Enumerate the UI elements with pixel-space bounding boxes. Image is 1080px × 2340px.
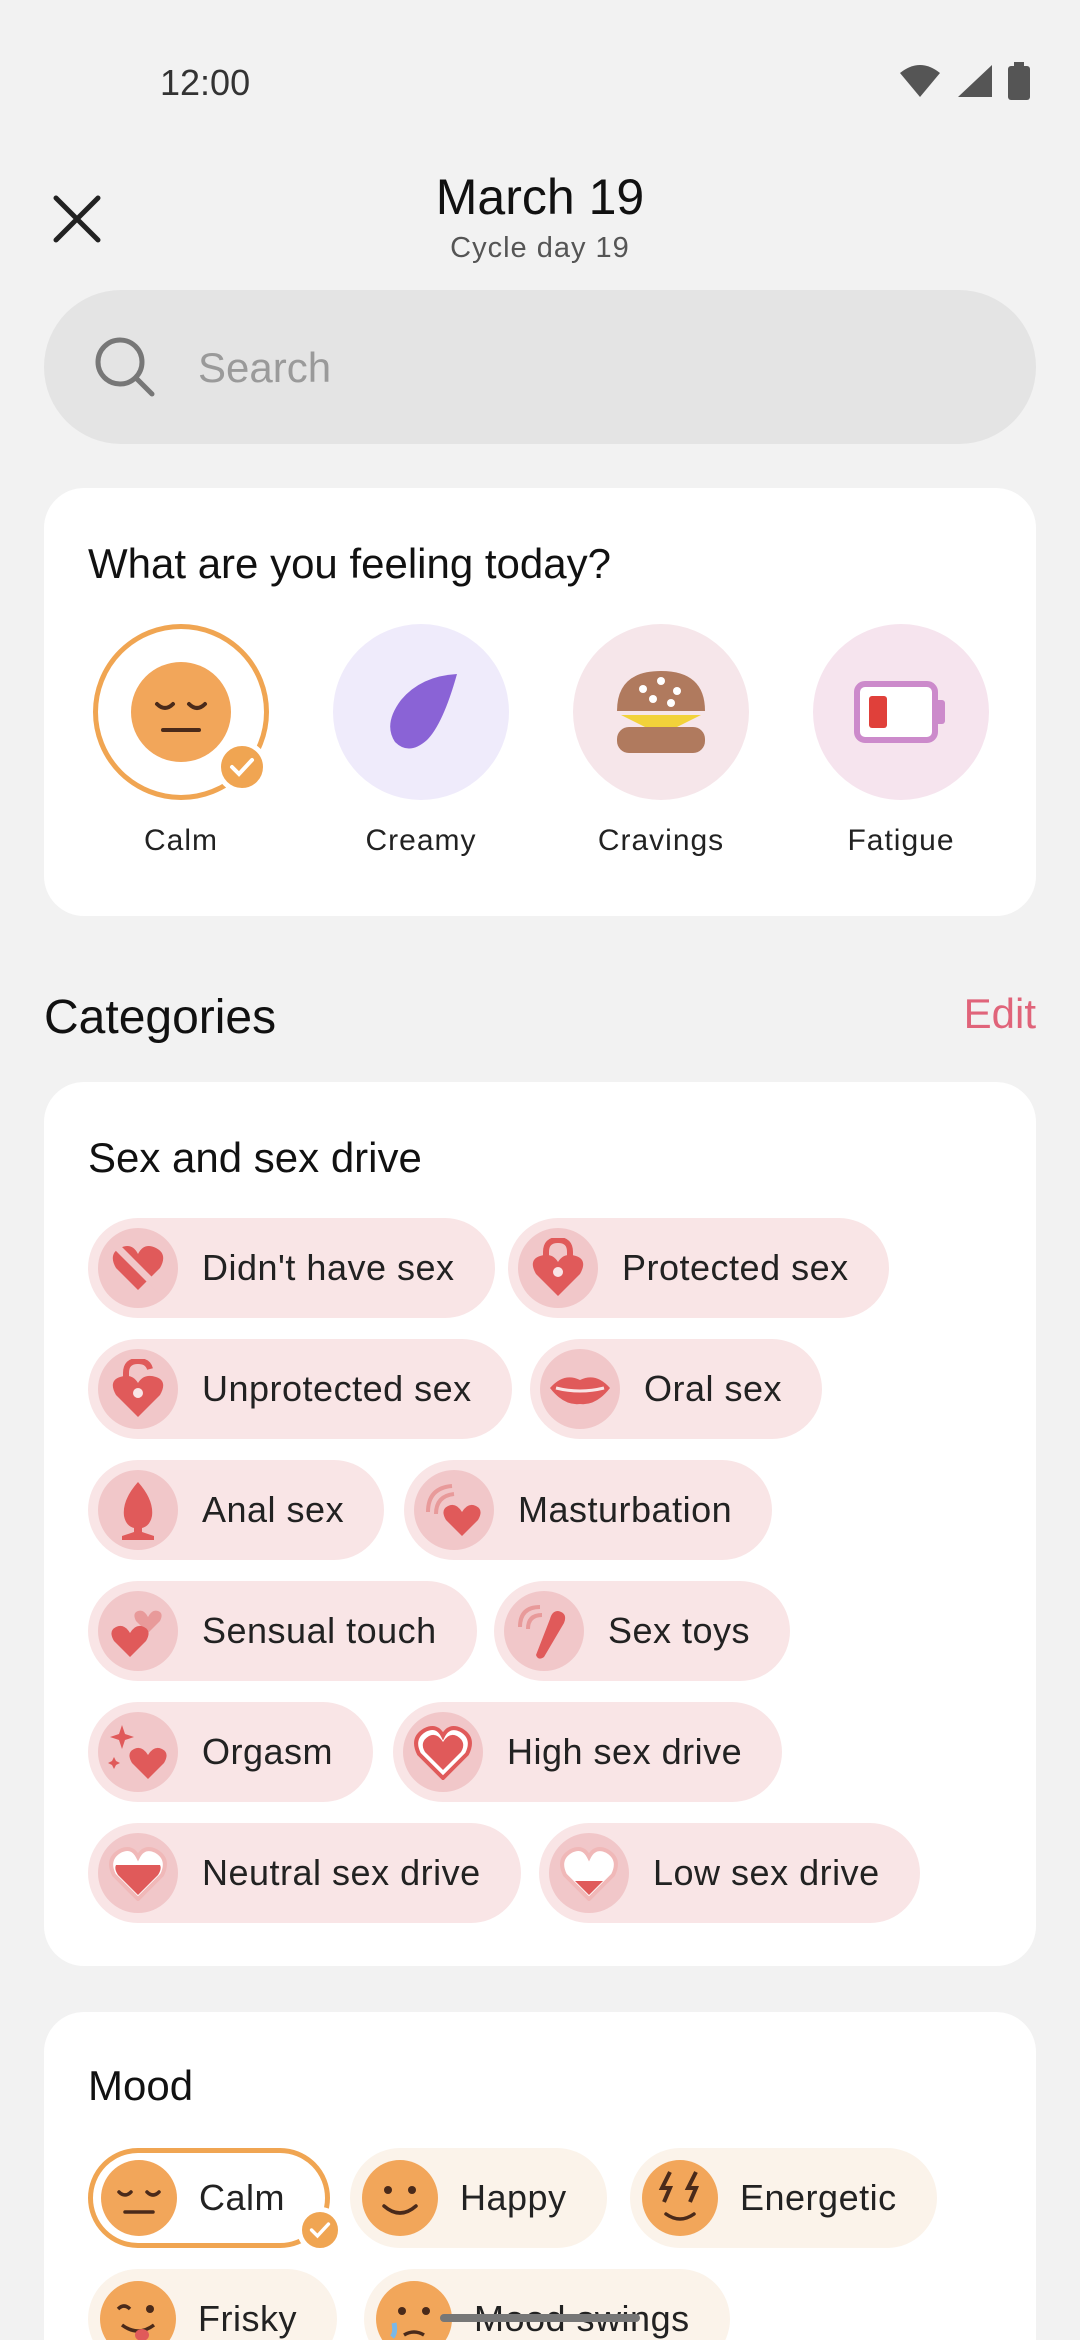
- heart-half-icon: [109, 1847, 167, 1901]
- chip-label: Oral sex: [644, 1368, 783, 1409]
- chip-masturbation[interactable]: Masturbation: [404, 1460, 773, 1560]
- edit-button[interactable]: Edit: [964, 990, 1036, 1038]
- battery-icon: [1008, 62, 1030, 100]
- chip-label: Low sex drive: [653, 1852, 880, 1893]
- sex-drive-card: Sex and sex drive Didn't have sex Protec…: [44, 1082, 1036, 1966]
- chip-high-sex-drive[interactable]: High sex drive: [393, 1702, 783, 1802]
- feeling-item-calm[interactable]: Calm: [91, 624, 271, 858]
- home-indicator[interactable]: [440, 2314, 640, 2322]
- sex-section-title: Sex and sex drive: [88, 1134, 422, 1181]
- header: March 19 Cycle day 19: [0, 160, 1080, 280]
- two-hearts-icon: [111, 1610, 162, 1657]
- page-title: March 19: [435, 169, 645, 225]
- mood-section-title: Mood: [88, 2062, 194, 2109]
- categories-title: Categories: [44, 991, 277, 1044]
- chip-label: Masturbation: [518, 1489, 733, 1530]
- chip-protected-sex[interactable]: Protected sex: [508, 1218, 889, 1318]
- feeling-label: Creamy: [365, 824, 477, 857]
- chip-label: Protected sex: [622, 1247, 849, 1288]
- chip-low-sex-drive[interactable]: Low sex drive: [539, 1823, 920, 1923]
- frisky-face-icon: [100, 2281, 176, 2340]
- chip-label: Sex toys: [608, 1610, 751, 1651]
- status-bar: 12:00: [0, 0, 1080, 150]
- heart-low-icon: [560, 1847, 618, 1901]
- status-time: 12:00: [160, 62, 251, 103]
- feeling-title: What are you feeling today?: [88, 540, 611, 587]
- chip-neutral-sex-drive[interactable]: Neutral sex drive: [88, 1823, 521, 1923]
- feeling-label: Fatigue: [847, 824, 955, 857]
- lips-icon: [550, 1377, 610, 1405]
- chip-unprotected-sex[interactable]: Unprotected sex: [88, 1339, 512, 1439]
- unlocked-heart-icon: [112, 1359, 164, 1417]
- drop-icon: [390, 674, 457, 749]
- chip-label: Unprotected sex: [202, 1368, 472, 1409]
- mood-chip-frisky[interactable]: Frisky: [88, 2269, 337, 2340]
- feeling-item-fatigue[interactable]: Fatigue: [811, 624, 991, 858]
- mood-chip-energetic[interactable]: Energetic: [630, 2148, 937, 2248]
- chip-sensual-touch[interactable]: Sensual touch: [88, 1581, 477, 1681]
- burger-icon: [617, 671, 705, 753]
- plug-icon: [122, 1482, 154, 1540]
- wifi-icon: [900, 65, 940, 97]
- toy-icon: [518, 1605, 566, 1659]
- chip-label: Didn't have sex: [202, 1247, 455, 1288]
- calm-face-icon: [101, 2160, 177, 2236]
- mood-swings-face-icon: [376, 2281, 452, 2340]
- mood-chip-calm[interactable]: Calm: [88, 2148, 343, 2253]
- chip-label: High sex drive: [507, 1731, 743, 1772]
- feeling-item-creamy[interactable]: Creamy: [331, 624, 511, 858]
- energetic-face-icon: [642, 2160, 718, 2236]
- chip-label: Orgasm: [202, 1731, 334, 1772]
- cycle-day: Cycle day 19: [450, 232, 630, 264]
- chip-label: Neutral sex drive: [202, 1852, 481, 1893]
- mood-card: Mood Calm Happy Energetic Frisky Mood sw…: [44, 2012, 1036, 2340]
- search-input[interactable]: [198, 338, 978, 398]
- feeling-label: Calm: [143, 824, 218, 857]
- chip-label: Happy: [460, 2177, 567, 2218]
- chip-label: Frisky: [198, 2298, 297, 2339]
- crossed-heart-icon: [112, 1243, 164, 1293]
- feeling-label: Cravings: [597, 824, 725, 857]
- low-battery-icon: [854, 681, 945, 743]
- search-icon: [95, 337, 155, 397]
- heart-waves-icon: [426, 1484, 481, 1536]
- selected-check-icon: [297, 2207, 343, 2253]
- chip-orgasm[interactable]: Orgasm: [88, 1702, 374, 1802]
- search-bar[interactable]: [44, 290, 1036, 444]
- locked-heart-icon: [532, 1238, 584, 1296]
- chip-anal-sex[interactable]: Anal sex: [88, 1460, 385, 1560]
- mood-chip-mood-swings[interactable]: Mood swings: [364, 2269, 730, 2340]
- mood-chip-happy[interactable]: Happy: [350, 2148, 607, 2248]
- chip-label: Anal sex: [202, 1489, 345, 1530]
- feeling-item-cravings[interactable]: Cravings: [571, 624, 751, 858]
- chip-sex-toys[interactable]: Sex toys: [494, 1581, 791, 1681]
- chip-label: Sensual touch: [202, 1610, 437, 1651]
- chip-label: Calm: [199, 2177, 286, 2218]
- calm-face-icon: [131, 662, 231, 762]
- chip-oral-sex[interactable]: Oral sex: [530, 1339, 823, 1439]
- feeling-card: What are you feeling today? Calm Creamy …: [44, 488, 1036, 916]
- sparkle-heart-icon: [108, 1725, 167, 1779]
- chip-didnt-have-sex[interactable]: Didn't have sex: [88, 1218, 495, 1318]
- heart-full-icon: [414, 1726, 472, 1780]
- chip-label: Energetic: [740, 2177, 897, 2218]
- signal-icon: [958, 65, 992, 97]
- status-icons: [898, 62, 1030, 100]
- selected-check-icon: [216, 741, 268, 793]
- happy-face-icon: [362, 2160, 438, 2236]
